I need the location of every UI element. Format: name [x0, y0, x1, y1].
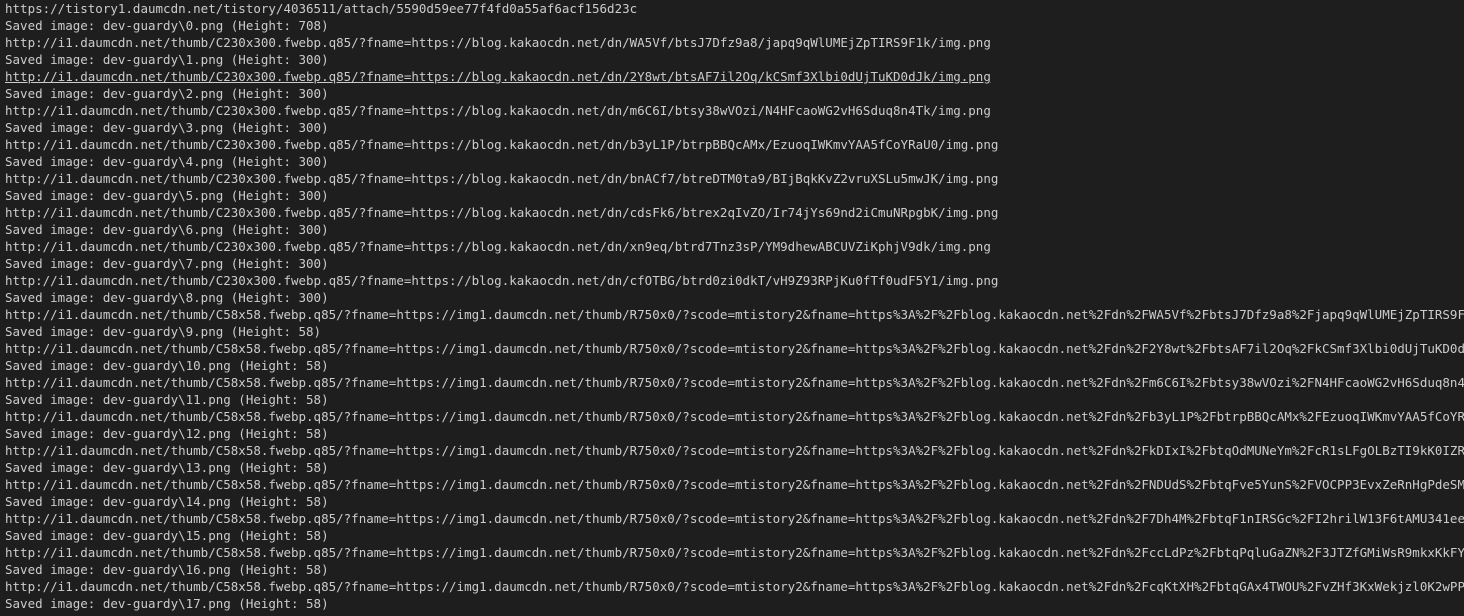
terminal-status-line: Saved image: dev-guardy\10.png (Height: … — [5, 358, 329, 373]
terminal-link-line[interactable]: http://i1.daumcdn.net/thumb/C58x58.fwebp… — [5, 578, 1464, 595]
terminal-link-line[interactable]: http://i1.daumcdn.net/thumb/C58x58.fwebp… — [5, 306, 1464, 323]
terminal-link-line[interactable]: http://i1.daumcdn.net/thumb/C230x300.fwe… — [5, 238, 1464, 255]
terminal-status-line: Saved image: dev-guardy\8.png (Height: 3… — [5, 290, 329, 305]
terminal-link-line[interactable]: http://i1.daumcdn.net/thumb/C58x58.fwebp… — [5, 340, 1464, 357]
terminal-link-line[interactable]: http://i1.daumcdn.net/thumb/C58x58.fwebp… — [5, 408, 1464, 425]
terminal-status-line: Saved image: dev-guardy\9.png (Height: 5… — [5, 324, 322, 339]
terminal-link-line[interactable]: http://i1.daumcdn.net/thumb/C230x300.fwe… — [5, 170, 1464, 187]
terminal-link-line[interactable]: http://i1.daumcdn.net/thumb/C230x300.fwe… — [5, 136, 1464, 153]
terminal-status-line: Saved image: dev-guardy\4.png (Height: 3… — [5, 154, 329, 169]
terminal-link-line[interactable]: http://i1.daumcdn.net/thumb/C58x58.fwebp… — [5, 544, 1464, 561]
terminal-status-line: Saved image: dev-guardy\16.png (Height: … — [5, 562, 329, 577]
terminal-status-line: Saved image: dev-guardy\7.png (Height: 3… — [5, 256, 329, 271]
terminal-status-line: Saved image: dev-guardy\14.png (Height: … — [5, 494, 329, 509]
terminal-status-line: Saved image: dev-guardy\15.png (Height: … — [5, 528, 329, 543]
terminal-link-line[interactable]: http://i1.daumcdn.net/thumb/C230x300.fwe… — [5, 102, 1464, 119]
terminal-link-line[interactable]: http://i1.daumcdn.net/thumb/C230x300.fwe… — [5, 68, 1464, 85]
terminal-status-line: Saved image: dev-guardy\3.png (Height: 3… — [5, 120, 329, 135]
terminal-link-line[interactable]: http://i1.daumcdn.net/thumb/C58x58.fwebp… — [5, 374, 1464, 391]
terminal-status-line: Saved image: dev-guardy\0.png (Height: 7… — [5, 18, 329, 33]
terminal-link-line[interactable]: http://i1.daumcdn.net/thumb/C230x300.fwe… — [5, 272, 1464, 289]
terminal-link-line[interactable]: http://i1.daumcdn.net/thumb/C58x58.fwebp… — [5, 510, 1464, 527]
terminal-link-line[interactable]: http://i1.daumcdn.net/thumb/C58x58.fwebp… — [5, 442, 1464, 459]
terminal-status-line: Saved image: dev-guardy\11.png (Height: … — [5, 392, 329, 407]
terminal-status-line: Saved image: dev-guardy\12.png (Height: … — [5, 426, 329, 441]
terminal-status-line: Saved image: dev-guardy\1.png (Height: 3… — [5, 52, 329, 67]
terminal-output[interactable]: https://tistory1.daumcdn.net/tistory/403… — [0, 0, 1464, 616]
terminal-status-line: Saved image: dev-guardy\2.png (Height: 3… — [5, 86, 329, 101]
terminal-link-line[interactable]: http://i1.daumcdn.net/thumb/C58x58.fwebp… — [5, 476, 1464, 493]
terminal-status-line: Saved image: dev-guardy\17.png (Height: … — [5, 596, 329, 611]
terminal-link-line[interactable]: http://i1.daumcdn.net/thumb/C230x300.fwe… — [5, 34, 1464, 51]
terminal-status-line: Saved image: dev-guardy\13.png (Height: … — [5, 460, 329, 475]
terminal-status-line: Saved image: dev-guardy\6.png (Height: 3… — [5, 222, 329, 237]
terminal-link-line[interactable]: https://tistory1.daumcdn.net/tistory/403… — [5, 0, 1464, 17]
terminal-status-line: Saved image: dev-guardy\5.png (Height: 3… — [5, 188, 329, 203]
terminal-link-line[interactable]: http://i1.daumcdn.net/thumb/C230x300.fwe… — [5, 204, 1464, 221]
